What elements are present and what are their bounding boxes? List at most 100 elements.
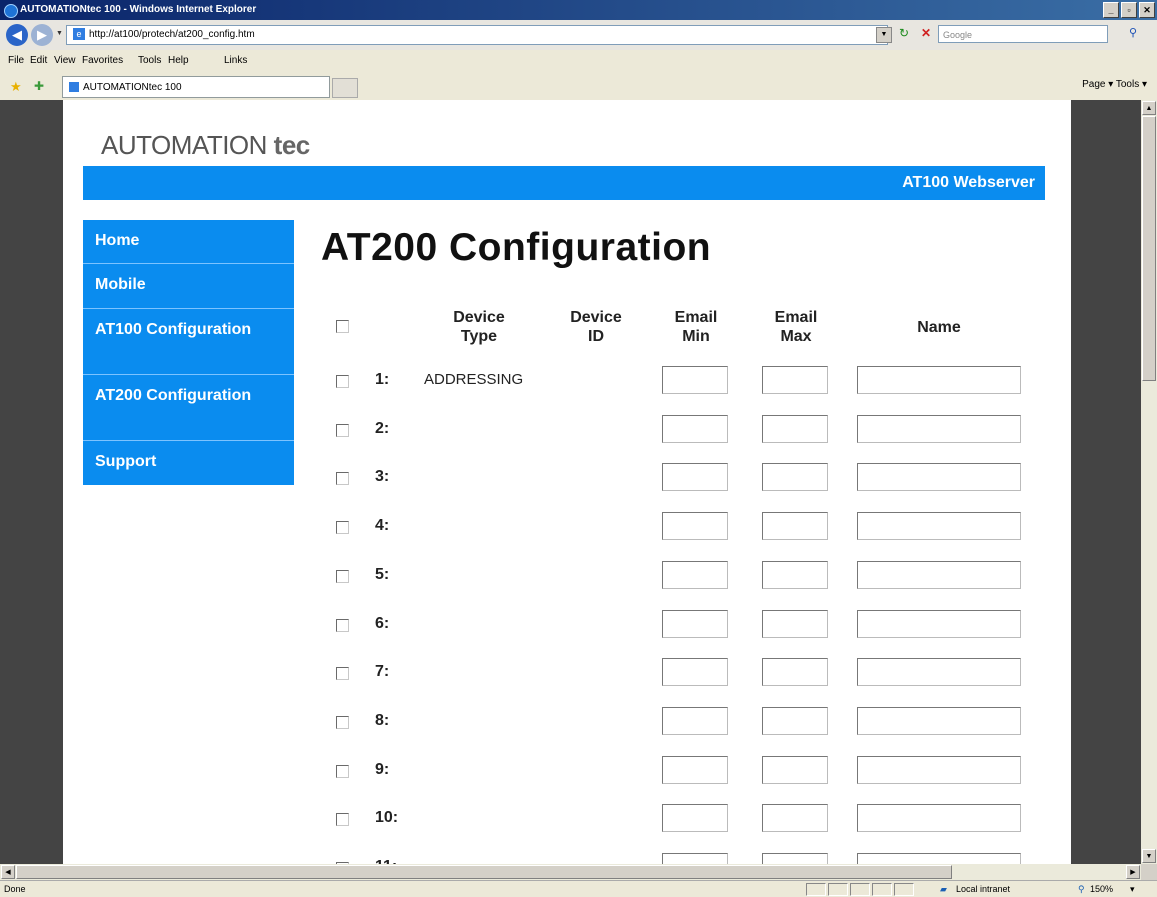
intranet-zone-icon: ▰ (940, 884, 947, 894)
minimize-button[interactable]: _ (1103, 2, 1119, 18)
row-checkbox[interactable] (336, 765, 349, 778)
tab-automationtec[interactable]: AUTOMATIONtec 100 (62, 76, 330, 98)
forward-button[interactable]: ▶ (31, 24, 53, 46)
row-checkbox[interactable] (336, 716, 349, 729)
nav-at200-configuration[interactable]: AT200 Configuration (83, 375, 294, 441)
row-checkbox[interactable] (336, 424, 349, 437)
address-url: http://at100/protech/at200_config.htm (89, 29, 255, 40)
nav-support[interactable]: Support (83, 441, 294, 485)
email-max-input[interactable] (762, 415, 828, 443)
command-bar[interactable]: Page ▾ Tools ▾ (1082, 79, 1147, 90)
row-checkbox[interactable] (336, 813, 349, 826)
email-min-input[interactable] (662, 707, 728, 735)
horizontal-scrollbar[interactable]: ◀ ▶ (0, 864, 1141, 880)
menu-tools[interactable]: Tools (138, 50, 161, 72)
name-input[interactable] (857, 610, 1021, 638)
nav-at100-configuration[interactable]: AT100 Configuration (83, 309, 294, 375)
menu-edit[interactable]: Edit (30, 50, 47, 72)
refresh-icon[interactable]: ↻ (894, 26, 914, 42)
header-device-type-line2: Type (460, 328, 498, 345)
scroll-right-arrow[interactable]: ▶ (1126, 865, 1140, 879)
email-min-input[interactable] (662, 366, 728, 394)
address-toolbar: ◀ ▶ ▼ e http://at100/protech/at200_config… (0, 20, 1157, 50)
menu-help[interactable]: Help (168, 50, 189, 72)
email-max-input[interactable] (762, 853, 828, 864)
email-max-input[interactable] (762, 610, 828, 638)
name-input[interactable] (857, 561, 1021, 589)
nav-mobile[interactable]: Mobile (83, 264, 294, 309)
address-bar[interactable]: e http://at100/protech/at200_config.htm (66, 25, 888, 45)
email-min-input[interactable] (662, 512, 728, 540)
recent-pages-dropdown[interactable]: ▼ (56, 30, 63, 37)
horizontal-scroll-thumb[interactable] (16, 865, 952, 879)
row-checkbox[interactable] (336, 667, 349, 680)
zoom-level[interactable]: 150% (1090, 881, 1113, 897)
email-min-input[interactable] (662, 853, 728, 864)
email-min-input[interactable] (662, 463, 728, 491)
email-max-input[interactable] (762, 561, 828, 589)
browser-viewport: AUTOMATION tec AT100 Webserver Home Mobi… (0, 100, 1141, 864)
email-min-input[interactable] (662, 561, 728, 589)
vertical-scrollbar[interactable]: ▲ ▼ (1141, 100, 1157, 864)
name-input[interactable] (857, 707, 1021, 735)
header-email-max-line1: Email (774, 309, 818, 326)
new-tab-button[interactable] (332, 78, 358, 98)
name-input[interactable] (857, 658, 1021, 686)
add-favorites-icon[interactable]: ✚ (34, 79, 44, 93)
scroll-left-arrow[interactable]: ◀ (1, 865, 15, 879)
email-min-input[interactable] (662, 756, 728, 784)
row-number: 4: (375, 517, 390, 534)
zoom-icon: ⚲ (1078, 884, 1085, 894)
name-input[interactable] (857, 756, 1021, 784)
vertical-scroll-thumb[interactable] (1142, 116, 1156, 381)
email-max-input[interactable] (762, 804, 828, 832)
menu-favorites[interactable]: Favorites (82, 50, 123, 72)
name-input[interactable] (857, 512, 1021, 540)
window-title: AUTOMATIONtec 100 - Windows Internet Exp… (20, 4, 257, 15)
row-checkbox[interactable] (336, 375, 349, 388)
name-input[interactable] (857, 366, 1021, 394)
row-checkbox[interactable] (336, 521, 349, 534)
zoom-dropdown-icon[interactable]: ▾ (1130, 881, 1135, 897)
menu-view[interactable]: View (54, 50, 76, 72)
email-max-input[interactable] (762, 512, 828, 540)
back-button[interactable]: ◀ (6, 24, 28, 46)
header-device-type-line1: Device (453, 309, 505, 326)
email-max-input[interactable] (762, 756, 828, 784)
email-min-input[interactable] (662, 610, 728, 638)
row-number: 6: (375, 615, 390, 632)
status-bar: Done ▰ Local intranet ⚲ 150% ▾ (0, 880, 1157, 897)
name-input[interactable] (857, 853, 1021, 864)
email-max-input[interactable] (762, 463, 828, 491)
row-checkbox[interactable] (336, 619, 349, 632)
email-min-input[interactable] (662, 658, 728, 686)
row-checkbox[interactable] (336, 472, 349, 485)
email-min-input[interactable] (662, 804, 728, 832)
header-name: Name (917, 319, 961, 336)
nav-home[interactable]: Home (83, 220, 294, 264)
email-max-input[interactable] (762, 707, 828, 735)
stop-icon[interactable]: ✕ (916, 26, 936, 42)
scroll-up-arrow[interactable]: ▲ (1142, 101, 1156, 115)
close-button[interactable]: ✕ (1139, 2, 1155, 18)
name-input[interactable] (857, 804, 1021, 832)
security-zone: Local intranet (956, 884, 1011, 894)
links-toolbar[interactable]: Links (224, 50, 247, 72)
row-checkbox[interactable] (336, 570, 349, 583)
header-email-min-line2: Min (682, 328, 710, 345)
site-logo: AUTOMATION tec (101, 130, 310, 161)
status-segment (850, 883, 870, 896)
scroll-down-arrow[interactable]: ▼ (1142, 849, 1156, 863)
email-max-input[interactable] (762, 366, 828, 394)
name-input[interactable] (857, 415, 1021, 443)
search-icon[interactable]: ⚲ (1122, 26, 1144, 42)
menu-file[interactable]: File (8, 50, 24, 72)
email-min-input[interactable] (662, 415, 728, 443)
select-all-checkbox[interactable] (336, 320, 349, 333)
email-max-input[interactable] (762, 658, 828, 686)
favorites-star-icon[interactable]: ★ (10, 79, 22, 95)
maximize-button[interactable]: ▫ (1121, 2, 1137, 18)
search-input[interactable]: Google (938, 25, 1108, 43)
address-dropdown-button[interactable]: ▼ (876, 27, 892, 43)
name-input[interactable] (857, 463, 1021, 491)
